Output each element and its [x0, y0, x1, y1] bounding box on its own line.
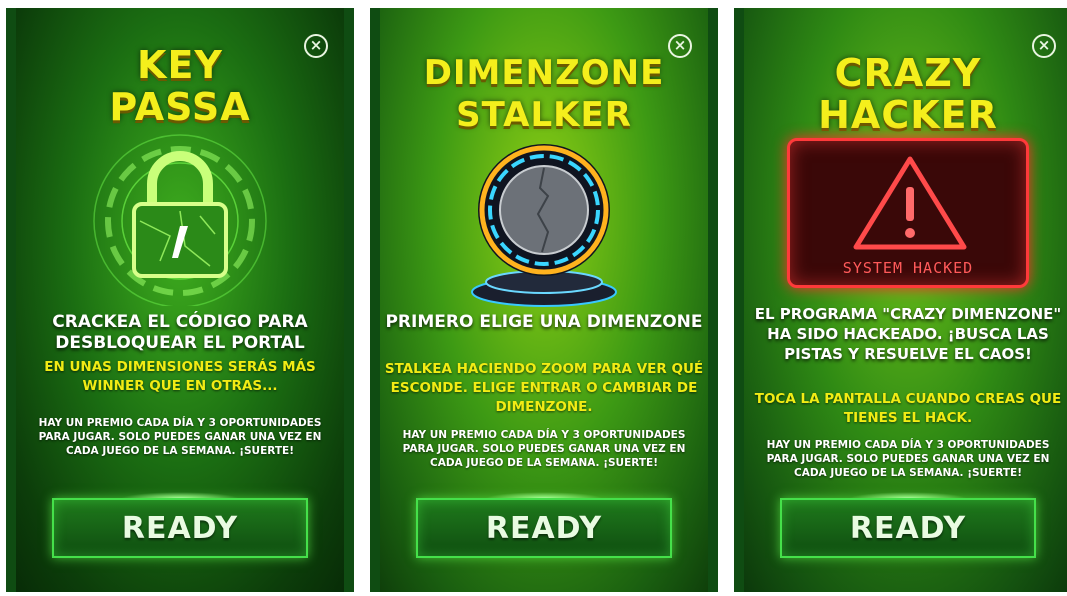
headline: PRIMERO ELIGE UNA DIMENZONE: [385, 312, 703, 332]
subtitle: STALKEA HACIENDO ZOOM PARA VER QUÉ ESCON…: [384, 361, 704, 415]
card-title: KEY PASSA: [6, 44, 354, 128]
card-title: DIMENZONE STALKER: [370, 52, 718, 136]
subtitle: EN UNAS DIMENSIONES SERÁS MÁS WINNER QUE…: [44, 359, 316, 394]
game-card-crazy-hacker: × CRAZY HACKER SYSTEM HACKED EL PROGRAMA…: [734, 8, 1067, 592]
fine-print: HAY UN PREMIO CADA DÍA Y 3 OPORTUNIDADES…: [766, 439, 1050, 479]
fine-print: HAY UN PREMIO CADA DÍA Y 3 OPORTUNIDADES…: [402, 429, 686, 469]
headline: EL PROGRAMA "CRAZY DIMENZONE" HA SIDO HA…: [754, 305, 1062, 363]
fine-print: HAY UN PREMIO CADA DÍA Y 3 OPORTUNIDADES…: [38, 417, 322, 457]
ready-button[interactable]: READY: [416, 498, 672, 558]
title-line-1: DIMENZONE: [423, 53, 665, 93]
ready-button[interactable]: READY: [52, 498, 308, 558]
game-card-dimenzone-stalker: × DIMENZONE STALKER PRIMERO ELIGE UNA DI…: [370, 8, 718, 592]
portal-icon: [471, 144, 617, 307]
system-hacked-panel: SYSTEM HACKED: [787, 138, 1029, 288]
title-line-1: KEY: [137, 43, 223, 87]
title-line-1: CRAZY: [834, 51, 982, 95]
title-line-2: HACKER: [818, 93, 998, 137]
alert-text: SYSTEM HACKED: [842, 259, 974, 277]
padlock-icon: [93, 134, 267, 306]
ready-button[interactable]: READY: [780, 498, 1036, 558]
subtitle: TOCA LA PANTALLA CUANDO CREAS QUE TIENES…: [754, 391, 1062, 426]
game-card-key-passa: × KEY PASSA CRACKEA EL CÓDIGO PARA DESBL…: [6, 8, 354, 592]
card-title: CRAZY HACKER: [734, 52, 1067, 136]
warning-icon: [853, 156, 967, 250]
headline: CRACKEA EL CÓDIGO PARA DESBLOQUEAR EL PO…: [52, 312, 308, 353]
title-line-2: STALKER: [456, 95, 632, 135]
title-line-2: PASSA: [109, 85, 251, 129]
